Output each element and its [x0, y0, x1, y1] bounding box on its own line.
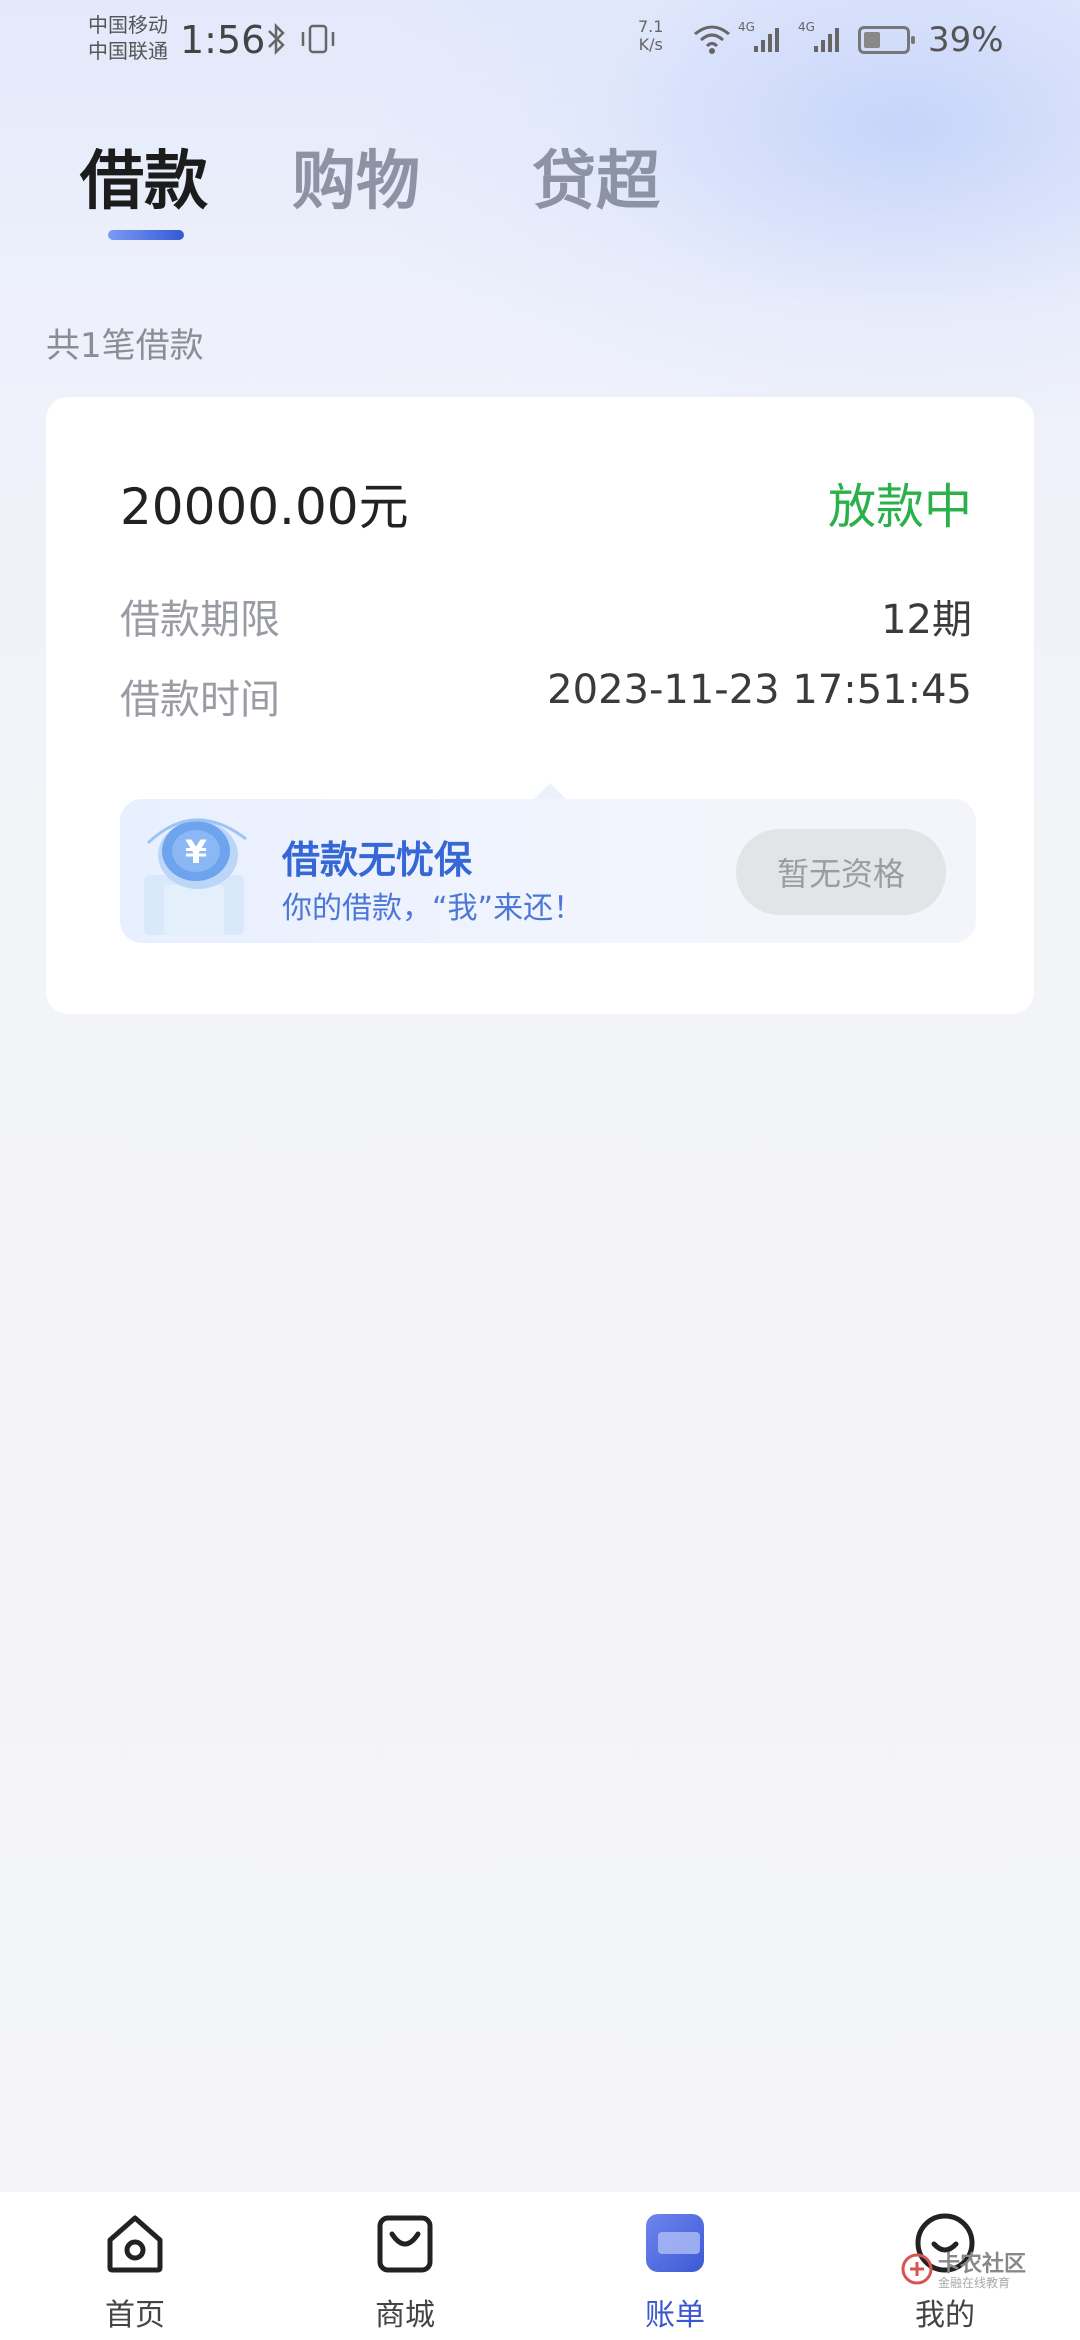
battery-percent: 39% [928, 20, 1004, 60]
signal-icon [814, 28, 839, 52]
home-icon [107, 2215, 163, 2273]
loan-amount: 20000.00元 [120, 478, 409, 536]
vibrate-icon [301, 24, 335, 54]
watermark-logo-icon [901, 2253, 933, 2285]
yuan-coin-icon: ¥ [144, 818, 247, 935]
tab-loan[interactable]: 借款 [80, 130, 208, 222]
watermark-sub: 金融在线教育 [938, 2276, 1011, 2290]
time-value: 2023-11-23 17:51:45 [547, 667, 972, 713]
insurance-subtitle: 你的借款，“我”来还！ [282, 891, 584, 926]
tab-loan-market[interactable]: 贷超 [532, 130, 660, 222]
nav-mall-label: 商城 [375, 2298, 435, 2333]
loan-count-summary: 共1笔借款 [46, 326, 204, 366]
tab-indicator [108, 230, 184, 240]
net-speed-value: 7.1 [638, 17, 664, 36]
bluetooth-icon [268, 22, 285, 56]
signal-icon [754, 28, 779, 52]
battery-icon [858, 26, 915, 54]
term-value: 12期 [881, 597, 972, 643]
watermark: 卡农社区 金融在线教育 [900, 2246, 1050, 2306]
battery-fill [864, 32, 880, 48]
loan-status: 放款中 [827, 479, 972, 535]
term-label: 借款期限 [120, 597, 280, 643]
carrier-info: 中国移动 中国联通 [88, 12, 168, 64]
tab-shopping[interactable]: 购物 [292, 130, 420, 222]
shopping-bag-icon [377, 2215, 433, 2273]
insurance-banner[interactable]: ¥ 借款无忧保 你的借款，“我”来还！ 暂无资格 [120, 783, 976, 943]
nav-mall[interactable]: 商城 [325, 2210, 485, 2333]
status-bar: 中国移动 中国联通 1:56 7.1 K/s 4G 4G 39% [0, 0, 1080, 80]
wifi-icon [694, 25, 730, 54]
net-speed-unit: K/s [638, 35, 663, 54]
nav-home[interactable]: 首页 [55, 2210, 215, 2333]
no-eligibility-button[interactable]: 暂无资格 [736, 829, 946, 915]
loan-card[interactable]: 20000.00元 放款中 借款期限 12期 借款时间 2023-11-23 1… [46, 397, 1034, 1014]
svg-text:¥: ¥ [185, 833, 207, 871]
bill-icon [646, 2214, 704, 2272]
carrier-2: 中国联通 [88, 39, 168, 63]
carrier-1: 中国移动 [88, 13, 168, 37]
insurance-title: 借款无忧保 [282, 838, 473, 882]
nav-bill-label: 账单 [645, 2298, 705, 2333]
status-time: 1:56 [180, 18, 266, 62]
network-speed: 7.1 K/s [638, 18, 663, 54]
time-label: 借款时间 [120, 677, 280, 723]
nav-bill[interactable]: 账单 [595, 2210, 755, 2333]
nav-home-label: 首页 [105, 2298, 165, 2333]
